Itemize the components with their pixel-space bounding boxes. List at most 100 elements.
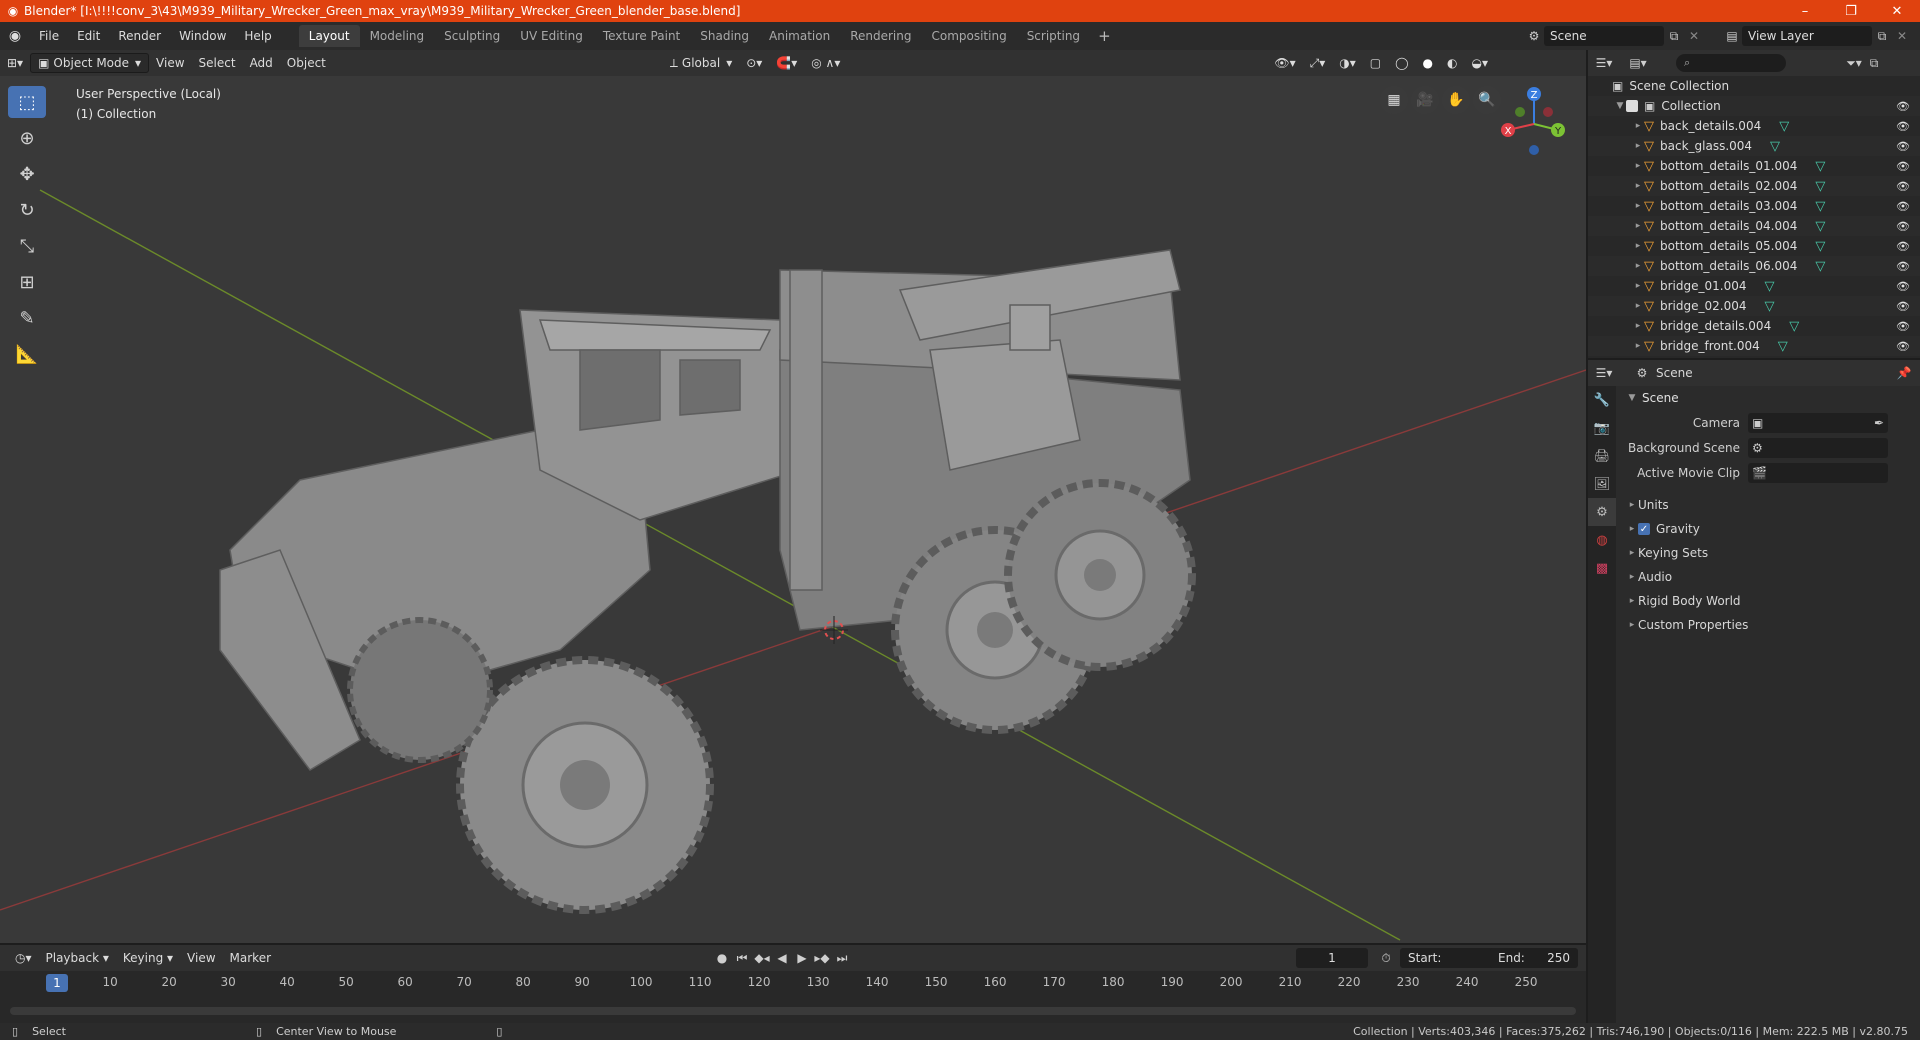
stopwatch-icon[interactable]: ⏱: [1376, 948, 1396, 968]
menu-view[interactable]: View: [149, 53, 191, 73]
outliner-search-input[interactable]: ⌕: [1676, 54, 1786, 72]
tab-layout[interactable]: Layout: [298, 25, 360, 47]
mesh-data-icon[interactable]: ▽: [1779, 119, 1789, 134]
transform-tool-icon[interactable]: ⊞: [8, 266, 46, 298]
expand-triangle-icon[interactable]: ▸: [1632, 121, 1644, 131]
view-layer-tab-icon[interactable]: 🖼: [1588, 470, 1616, 498]
timeline-ruler[interactable]: 1 10 20 30 40 50 60 70 80 90 100 110 120 130 140 150 160…: [10, 973, 1576, 993]
eye-icon[interactable]: 👁: [1896, 320, 1910, 333]
blender-logo-icon[interactable]: ◉: [0, 22, 30, 50]
mesh-data-icon[interactable]: ▽: [1815, 179, 1825, 194]
expand-triangle-icon[interactable]: ▸: [1632, 281, 1644, 291]
menu-object[interactable]: Object: [280, 53, 333, 73]
jump-start-icon[interactable]: ⏮: [732, 948, 752, 968]
gravity-subpanel[interactable]: ▸ ✓ Gravity: [1618, 517, 1920, 541]
mesh-data-icon[interactable]: ▽: [1765, 279, 1775, 294]
expand-triangle-icon[interactable]: ▸: [1632, 221, 1644, 231]
menu-marker[interactable]: Marker: [223, 948, 278, 968]
menu-render[interactable]: Render: [109, 25, 170, 47]
render-tab-icon[interactable]: 📷: [1588, 414, 1616, 442]
delete-view-layer-icon[interactable]: ✕: [1892, 26, 1912, 46]
pan-hand-icon[interactable]: ✋: [1442, 86, 1470, 114]
new-view-layer-icon[interactable]: ⧉: [1872, 26, 1892, 46]
annotate-tool-icon[interactable]: ✎: [8, 302, 46, 334]
eye-icon[interactable]: 👁: [1896, 260, 1910, 273]
navigation-gizmo[interactable]: Z Y X: [1496, 84, 1572, 164]
delete-scene-icon[interactable]: ✕: [1684, 26, 1704, 46]
menu-select[interactable]: Select: [192, 53, 243, 73]
list-item[interactable]: ▸ ▽ bottom_details_01.004 ▽ 👁: [1588, 156, 1920, 176]
wireframe-shading-icon[interactable]: ◯: [1388, 53, 1415, 73]
current-frame-field[interactable]: 1: [1296, 948, 1368, 968]
menu-timeline-view[interactable]: View: [180, 948, 222, 968]
expand-triangle-icon[interactable]: ▸: [1632, 301, 1644, 311]
play-icon[interactable]: ▶: [792, 948, 812, 968]
eyedropper-icon[interactable]: ✒: [1874, 416, 1884, 430]
custom-properties-subpanel[interactable]: ▸ Custom Properties: [1618, 613, 1920, 637]
scale-tool-icon[interactable]: ⤡: [8, 230, 46, 262]
mesh-data-icon[interactable]: ▽: [1815, 199, 1825, 214]
expand-triangle-icon[interactable]: ▸: [1632, 341, 1644, 351]
eye-icon[interactable]: 👁: [1896, 280, 1910, 293]
current-frame-marker[interactable]: 1: [46, 974, 68, 992]
list-item[interactable]: ▸ ▽ back_details.004 ▽ 👁: [1588, 116, 1920, 136]
list-item[interactable]: ▸ ▽ bridge_front.004 ▽ 👁: [1588, 336, 1920, 356]
list-item[interactable]: ▸ ▽ bridge_02.004 ▽ 👁: [1588, 296, 1920, 316]
new-collection-icon[interactable]: ⧉: [1864, 53, 1884, 73]
background-scene-field[interactable]: ⚙: [1748, 437, 1888, 458]
output-tab-icon[interactable]: 🖨: [1588, 442, 1616, 470]
expand-triangle-icon[interactable]: ▸: [1632, 181, 1644, 191]
mesh-data-icon[interactable]: ▽: [1765, 299, 1775, 314]
eye-icon[interactable]: 👁: [1896, 240, 1910, 253]
rendered-shading-icon[interactable]: ◒▾: [1465, 53, 1496, 73]
mesh-data-icon[interactable]: ▽: [1770, 139, 1780, 154]
rotate-tool-icon[interactable]: ↻: [8, 194, 46, 226]
eye-icon[interactable]: 👁: [1896, 100, 1910, 113]
maximize-button[interactable]: ❐: [1828, 0, 1874, 22]
collection-row[interactable]: ▼ ▣ Collection 👁: [1588, 96, 1920, 116]
menu-keying[interactable]: Keying ▾: [116, 948, 180, 968]
list-item[interactable]: ▸ ▽ bottom_details_05.004 ▽ 👁: [1588, 236, 1920, 256]
menu-playback[interactable]: Playback ▾: [39, 948, 116, 968]
audio-subpanel[interactable]: ▸ Audio: [1618, 565, 1920, 589]
tab-modeling[interactable]: Modeling: [360, 25, 435, 47]
mesh-data-icon[interactable]: ▽: [1789, 319, 1799, 334]
list-item[interactable]: ▸ ▽ bottom_details_04.004 ▽ 👁: [1588, 216, 1920, 236]
tab-shading[interactable]: Shading: [690, 25, 759, 47]
keying-sets-subpanel[interactable]: ▸ Keying Sets: [1618, 541, 1920, 565]
tab-rendering[interactable]: Rendering: [840, 25, 921, 47]
list-item[interactable]: ▸ ▽ bottom_details_03.004 ▽ 👁: [1588, 196, 1920, 216]
units-subpanel[interactable]: ▸ Units: [1618, 493, 1920, 517]
tab-sculpting[interactable]: Sculpting: [434, 25, 510, 47]
scene-name-field[interactable]: Scene: [1544, 26, 1664, 46]
menu-edit[interactable]: Edit: [68, 25, 109, 47]
texture-tab-icon[interactable]: ▩: [1588, 554, 1616, 582]
solid-shading-icon[interactable]: ●: [1416, 53, 1440, 73]
mesh-data-icon[interactable]: ▽: [1815, 219, 1825, 234]
eye-icon[interactable]: 👁: [1896, 300, 1910, 313]
minimize-button[interactable]: –: [1782, 0, 1828, 22]
eye-icon[interactable]: 👁: [1896, 140, 1910, 153]
tab-compositing[interactable]: Compositing: [921, 25, 1016, 47]
add-workspace-button[interactable]: +: [1090, 27, 1119, 45]
active-movie-clip-field[interactable]: 🎬: [1748, 462, 1888, 483]
tab-scripting[interactable]: Scripting: [1017, 25, 1090, 47]
eye-icon[interactable]: 👁: [1896, 160, 1910, 173]
menu-window[interactable]: Window: [170, 25, 235, 47]
eye-icon[interactable]: 👁: [1896, 220, 1910, 233]
gravity-checkbox[interactable]: ✓: [1638, 523, 1650, 535]
move-tool-icon[interactable]: ✥: [8, 158, 46, 190]
list-item[interactable]: ▸ ▽ bridge_01.004 ▽ 👁: [1588, 276, 1920, 296]
scene-tab-icon[interactable]: ⚙: [1588, 498, 1616, 526]
overlays-icon[interactable]: ◑▾: [1332, 53, 1363, 73]
timeline-editor-icon[interactable]: ◷▾: [8, 948, 39, 968]
eye-icon[interactable]: 👁: [1896, 120, 1910, 133]
pivot-point-icon[interactable]: ⊙▾: [739, 53, 769, 73]
expand-triangle-icon[interactable]: ▼: [1614, 101, 1626, 111]
measure-tool-icon[interactable]: 📐: [8, 338, 46, 370]
jump-end-icon[interactable]: ⏭: [832, 948, 852, 968]
cursor-tool-icon[interactable]: ⊕: [8, 122, 46, 154]
mesh-data-icon[interactable]: ▽: [1778, 339, 1788, 354]
expand-triangle-icon[interactable]: ▸: [1632, 201, 1644, 211]
view-layer-field[interactable]: View Layer: [1742, 26, 1872, 46]
